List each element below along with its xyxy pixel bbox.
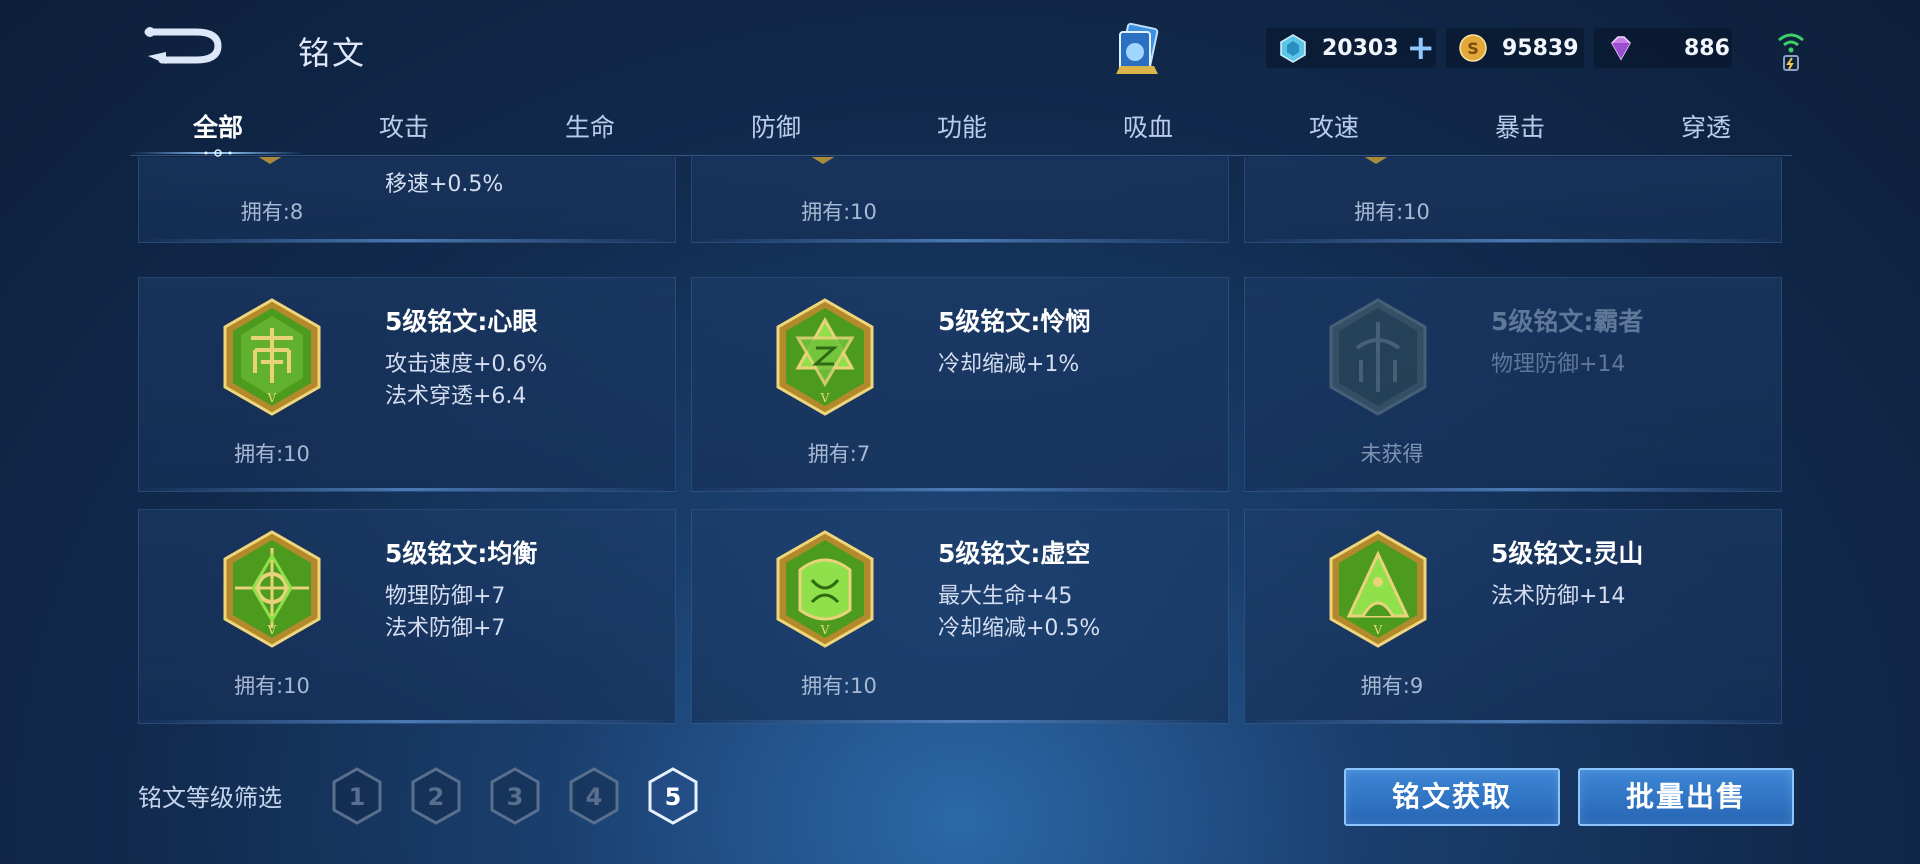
- tab-lifesteal[interactable]: 吸血: [1088, 108, 1208, 144]
- svg-text:V: V: [1373, 623, 1383, 637]
- gem-amount: 886: [1684, 35, 1730, 61]
- level-filter-5-button[interactable]: 5: [646, 766, 700, 826]
- inscription-card[interactable]: V 5级铭文:心眼 攻击速度+0.6% 法术穿透+6.4 拥有:10: [138, 277, 676, 492]
- acquire-inscription-button[interactable]: 铭文获取: [1344, 768, 1560, 826]
- svg-text:1: 1: [349, 783, 366, 811]
- tab-critical[interactable]: 暴击: [1460, 108, 1580, 144]
- wifi-battery-icon: [1778, 33, 1804, 71]
- level-filter-1-button[interactable]: 1: [330, 766, 384, 826]
- coupon-balance: 20303 +: [1266, 28, 1436, 68]
- tab-attack[interactable]: 攻击: [344, 108, 464, 144]
- inscription-card-partial[interactable]: 移速+0.5% 拥有:8: [138, 157, 676, 243]
- compassion-emblem-icon: V: [776, 298, 874, 416]
- inscription-card[interactable]: V 5级铭文:均衡 物理防御+7 法术防御+7 拥有:10: [138, 509, 676, 724]
- inscription-name: 5级铭文:灵山: [1491, 539, 1644, 568]
- overlord-emblem-icon: [1329, 298, 1427, 416]
- owned-count: 拥有:10: [1354, 200, 1430, 224]
- owned-count: 拥有:9: [1360, 674, 1424, 698]
- inscription-stat: 攻击速度+0.6%: [385, 352, 548, 377]
- balance-emblem-icon: V: [223, 530, 321, 648]
- owned-count: 拥有:10: [234, 442, 310, 466]
- bulk-sell-button[interactable]: 批量出售: [1578, 768, 1794, 826]
- inscription-card[interactable]: V 5级铭文:虚空 最大生命+45 冷却缩减+0.5% 拥有:10: [691, 509, 1229, 724]
- gold-balance: S 95839: [1446, 28, 1584, 68]
- void-emblem-icon: V: [776, 530, 874, 648]
- owned-count: 拥有:10: [801, 674, 877, 698]
- active-tab-indicator: [130, 149, 305, 157]
- inscription-stat: 法术防御+14: [1491, 584, 1626, 609]
- inscription-card[interactable]: V 5级铭文:怜悯 冷却缩减+1% 拥有:7: [691, 277, 1229, 492]
- inscription-name: 5级铭文:虚空: [938, 539, 1091, 568]
- inscription-card-partial[interactable]: 拥有:10: [691, 157, 1229, 243]
- inscription-stat: 法术防御+7: [385, 616, 506, 641]
- inscription-stat: 法术穿透+6.4: [385, 384, 527, 409]
- tab-health[interactable]: 生命: [530, 108, 650, 144]
- svg-text:4: 4: [586, 783, 603, 811]
- inscription-grid: 移速+0.5% 拥有:8 拥有:10 拥有:10 V 5级铭文:心眼 攻击速度+…: [0, 157, 1920, 727]
- coupon-icon: [1280, 34, 1306, 63]
- gold-amount: 95839: [1502, 35, 1579, 61]
- inscription-stat: 移速+0.5%: [385, 172, 504, 197]
- level-filter-4-button[interactable]: 4: [567, 766, 621, 826]
- spirit-mountain-emblem-icon: V: [1329, 530, 1427, 648]
- inscription-card-partial[interactable]: 拥有:10: [1244, 157, 1782, 243]
- page-title: 铭文: [298, 34, 367, 72]
- inscription-stat: 冷却缩减+1%: [938, 352, 1080, 377]
- gem-balance: 886: [1594, 28, 1732, 68]
- level-filter-label: 铭文等级筛选: [138, 784, 282, 812]
- inscription-screen: 铭文 20303 + S 95839 886 全部 攻击 生命 防御 功能 吸血…: [0, 0, 1920, 864]
- recharge-plus-button[interactable]: +: [1407, 31, 1436, 65]
- level-filter-2-button[interactable]: 2: [409, 766, 463, 826]
- inscription-card-locked[interactable]: 5级铭文:霸者 物理防御+14 未获得: [1244, 277, 1782, 492]
- owned-count: 拥有:10: [801, 200, 877, 224]
- not-obtained-label: 未获得: [1360, 442, 1424, 466]
- diamond-icon: [1611, 36, 1631, 61]
- svg-text:2: 2: [428, 783, 445, 811]
- inscription-name: 5级铭文:心眼: [385, 307, 538, 336]
- tab-defense[interactable]: 防御: [716, 108, 836, 144]
- category-tabs: 全部 攻击 生命 防御 功能 吸血 攻速 暴击 穿透: [130, 104, 1792, 157]
- header-bar: 铭文 20303 + S 95839 886: [0, 0, 1920, 100]
- heart-eye-emblem-icon: V: [223, 298, 321, 416]
- inscription-stat: 冷却缩减+0.5%: [938, 616, 1101, 641]
- emblem-bottom-icon: [1364, 157, 1388, 164]
- svg-text:V: V: [267, 391, 277, 405]
- inscription-card[interactable]: V 5级铭文:灵山 法术防御+14 拥有:9: [1244, 509, 1782, 724]
- svg-text:V: V: [267, 623, 277, 637]
- emblem-bottom-icon: [258, 157, 282, 164]
- tab-utility[interactable]: 功能: [902, 108, 1022, 144]
- tab-attack-speed[interactable]: 攻速: [1274, 108, 1394, 144]
- inscription-stat: 物理防御+14: [1491, 352, 1626, 377]
- inscription-stat: 最大生命+45: [938, 584, 1073, 609]
- svg-text:V: V: [820, 623, 830, 637]
- svg-text:3: 3: [507, 783, 524, 811]
- inscription-name: 5级铭文:霸者: [1491, 307, 1644, 336]
- svg-text:5: 5: [665, 783, 682, 811]
- back-button[interactable]: [142, 22, 226, 66]
- owned-count: 拥有:10: [234, 674, 310, 698]
- level-filter-3-button[interactable]: 3: [488, 766, 542, 826]
- tab-all[interactable]: 全部: [158, 108, 278, 144]
- owned-count: 拥有:7: [807, 442, 871, 466]
- inscription-name: 5级铭文:均衡: [385, 539, 538, 568]
- tab-penetration[interactable]: 穿透: [1646, 108, 1766, 144]
- coupon-amount: 20303: [1322, 35, 1399, 61]
- inscription-deck-icon[interactable]: [1110, 22, 1164, 80]
- owned-count: 拥有:8: [240, 200, 304, 224]
- inscription-name: 5级铭文:怜悯: [938, 307, 1091, 336]
- svg-text:S: S: [1467, 39, 1479, 58]
- gold-coin-icon: S: [1459, 34, 1487, 62]
- inscription-stat: 物理防御+7: [385, 584, 506, 609]
- svg-text:V: V: [820, 391, 830, 405]
- emblem-bottom-icon: [811, 157, 835, 164]
